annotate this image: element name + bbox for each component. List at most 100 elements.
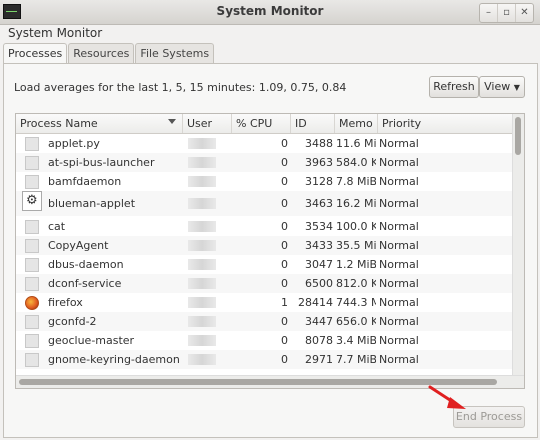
user-redacted <box>188 198 216 209</box>
table-row[interactable]: geoclue-master 0 8078 3.4 MiB Normal <box>16 331 512 350</box>
column-divider <box>377 114 378 133</box>
process-memory: 7.8 MiB <box>336 175 376 188</box>
process-cpu: 0 <box>281 137 288 150</box>
process-priority: Normal <box>379 197 419 210</box>
column-header-priority[interactable]: Priority <box>382 117 421 130</box>
processes-panel: Load averages for the last 1, 5, 15 minu… <box>3 63 538 438</box>
vertical-scrollbar-thumb[interactable] <box>515 117 521 155</box>
process-id: 3963 <box>305 156 333 169</box>
tab-file-systems[interactable]: File Systems <box>135 43 215 65</box>
table-row[interactable]: at-spi-bus-launcher 0 3963 584.0 K Norma… <box>16 153 512 172</box>
window-controls: – ▫ ✕ <box>479 3 534 23</box>
table-row[interactable]: CopyAgent 0 3433 35.5 Mi Normal <box>16 236 512 255</box>
system-monitor-window: System Monitor – ▫ ✕ System Monitor Proc… <box>0 0 540 440</box>
process-memory: 100.0 K <box>336 220 376 233</box>
bluetooth-applet-icon <box>22 191 42 211</box>
load-averages-text: Load averages for the last 1, 5, 15 minu… <box>14 81 347 94</box>
table-row[interactable]: bamfdaemon 0 3128 7.8 MiB Normal <box>16 172 512 191</box>
process-cpu: 0 <box>281 197 288 210</box>
process-cpu: 0 <box>281 277 288 290</box>
table-row[interactable]: gnome-keyring-daemon 0 2971 7.7 MiB Norm… <box>16 350 512 369</box>
process-priority: Normal <box>379 137 419 150</box>
process-id: 3488 <box>305 137 333 150</box>
column-header-id[interactable]: ID <box>295 117 307 130</box>
tab-bar: Processes Resources File Systems <box>3 43 215 66</box>
view-button-label: View <box>484 80 511 93</box>
process-cpu: 0 <box>281 175 288 188</box>
process-icon <box>25 334 39 348</box>
process-icon <box>25 258 39 272</box>
column-divider <box>182 114 183 133</box>
vertical-scrollbar[interactable] <box>512 114 524 375</box>
process-cpu: 1 <box>281 296 288 309</box>
process-priority: Normal <box>379 334 419 347</box>
annotation-arrow-icon <box>428 385 466 409</box>
process-priority: Normal <box>379 315 419 328</box>
process-memory: 35.5 Mi <box>336 239 376 252</box>
table-row[interactable]: firefox 1 28414 744.3 M Normal <box>16 293 512 312</box>
process-priority: Normal <box>379 239 419 252</box>
menu-system-monitor[interactable]: System Monitor <box>8 26 102 40</box>
column-header-cpu[interactable]: % CPU <box>236 117 272 130</box>
process-name: applet.py <box>48 137 100 150</box>
minimize-icon[interactable]: – <box>480 4 498 22</box>
user-redacted <box>188 240 216 251</box>
process-icon <box>25 239 39 253</box>
user-redacted <box>188 259 216 270</box>
table-row[interactable]: dconf-service 0 6500 812.0 K Normal <box>16 274 512 293</box>
refresh-button[interactable]: Refresh <box>429 76 479 98</box>
process-memory: 3.4 MiB <box>336 334 376 347</box>
process-name: CopyAgent <box>48 239 109 252</box>
process-icon <box>25 220 39 234</box>
table-row[interactable]: cat 0 3534 100.0 K Normal <box>16 217 512 236</box>
chevron-down-icon: ▼ <box>513 83 520 92</box>
process-name: dconf-service <box>48 277 122 290</box>
table-row[interactable]: gconfd-2 0 3447 656.0 K Normal <box>16 312 512 331</box>
column-header-user[interactable]: User <box>187 117 212 130</box>
user-redacted <box>188 176 216 187</box>
user-redacted <box>188 354 216 365</box>
process-table: Process Name User % CPU ID Memo Priority… <box>15 113 525 389</box>
table-row[interactable]: applet.py 0 3488 11.6 Mi Normal <box>16 134 512 153</box>
maximize-icon[interactable]: ▫ <box>498 4 516 22</box>
sort-descending-icon <box>168 119 176 124</box>
process-id: 3447 <box>305 315 333 328</box>
process-priority: Normal <box>379 175 419 188</box>
process-name: firefox <box>48 296 83 309</box>
user-redacted <box>188 157 216 168</box>
process-name: bamfdaemon <box>48 175 122 188</box>
process-name: gnome-keyring-daemon <box>48 353 180 366</box>
user-redacted <box>188 297 216 308</box>
view-button[interactable]: View ▼ <box>479 76 525 98</box>
column-header-process-name[interactable]: Process Name <box>20 117 98 130</box>
user-redacted <box>188 335 216 346</box>
process-priority: Normal <box>379 156 419 169</box>
table-row[interactable]: dbus-daemon 0 3047 1.2 MiB Normal <box>16 255 512 274</box>
process-memory: 16.2 Mi <box>336 197 376 210</box>
column-header-memory[interactable]: Memo <box>339 117 373 130</box>
horizontal-scrollbar-thumb[interactable] <box>19 379 497 385</box>
process-name: dbus-daemon <box>48 258 124 271</box>
user-redacted <box>188 278 216 289</box>
process-id: 8078 <box>305 334 333 347</box>
process-id: 3433 <box>305 239 333 252</box>
close-icon[interactable]: ✕ <box>516 4 533 22</box>
process-id: 3534 <box>305 220 333 233</box>
process-icon <box>25 277 39 291</box>
process-name: cat <box>48 220 66 233</box>
process-cpu: 0 <box>281 315 288 328</box>
process-id: 28414 <box>298 296 333 309</box>
process-name: gconfd-2 <box>48 315 97 328</box>
tab-resources[interactable]: Resources <box>68 43 135 65</box>
column-divider <box>334 114 335 133</box>
process-memory: 1.2 MiB <box>336 258 376 271</box>
process-icon <box>25 156 39 170</box>
table-row[interactable]: blueman-applet 0 3463 16.2 Mi Normal <box>16 191 512 216</box>
process-priority: Normal <box>379 258 419 271</box>
process-memory: 656.0 K <box>336 315 376 328</box>
process-icon <box>25 315 39 329</box>
process-id: 2971 <box>305 353 333 366</box>
table-header: Process Name User % CPU ID Memo Priority <box>16 114 512 134</box>
process-memory: 584.0 K <box>336 156 376 169</box>
process-id: 6500 <box>305 277 333 290</box>
